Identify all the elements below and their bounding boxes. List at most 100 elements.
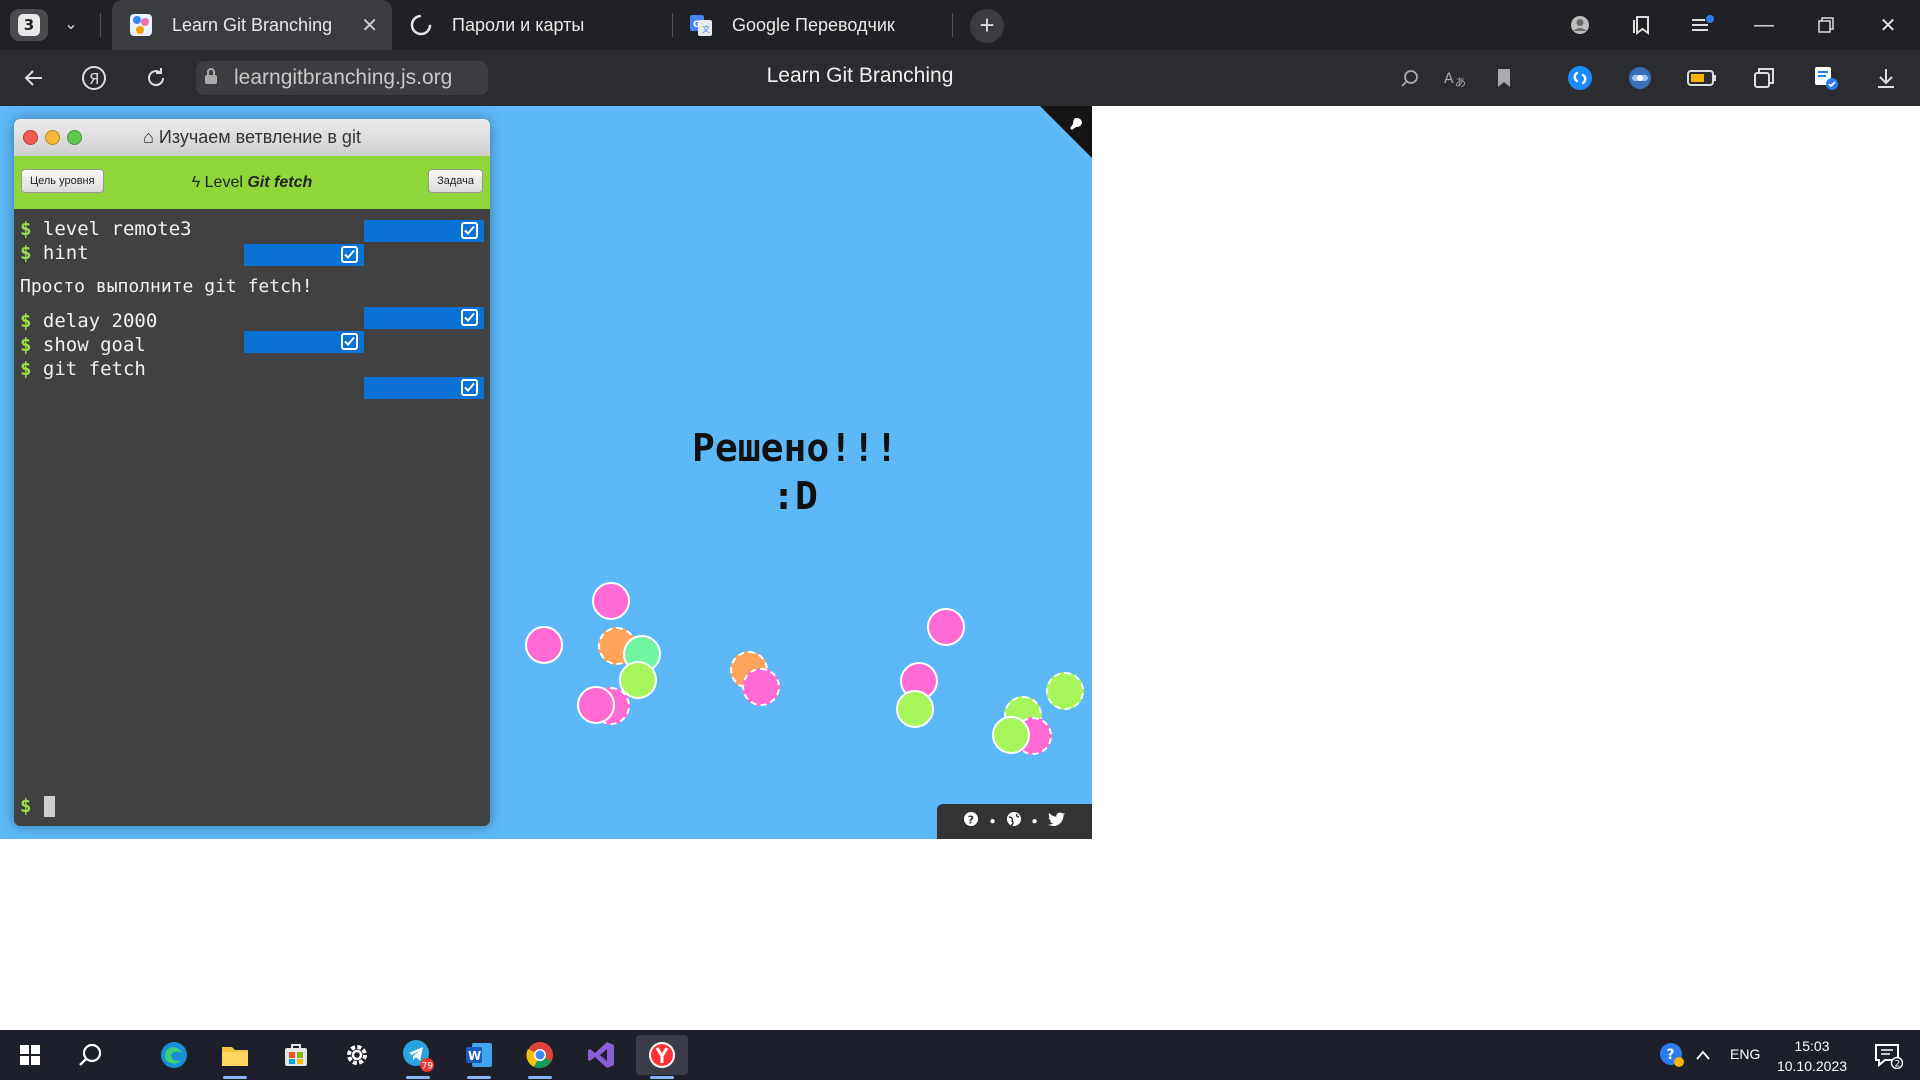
command-text: hint: [42, 242, 89, 264]
lightning-icon: ϟ: [191, 174, 201, 191]
checkmark-icon: [341, 333, 358, 350]
level-name: Git fetch: [247, 174, 313, 191]
command-status-bar: [244, 331, 364, 353]
git-visualization-canvas: ⌂ Изучаем ветвление в git Цель уровня ϟ …: [0, 106, 1092, 839]
telegram-icon[interactable]: 79: [392, 1035, 444, 1079]
command-status-bar: [244, 244, 364, 266]
tab-divider: [100, 13, 101, 37]
word-icon[interactable]: W: [453, 1035, 505, 1079]
svg-text:W: W: [468, 1049, 481, 1063]
tab-label: Google Переводчик: [732, 14, 895, 35]
prompt-symbol: $: [20, 358, 32, 380]
chevron-up-icon[interactable]: [1688, 1035, 1718, 1075]
tab-learn-git-branching[interactable]: Learn Git Branching ✕: [112, 0, 392, 50]
command-text: show goal: [42, 334, 146, 356]
separator-dot-icon: ●: [1031, 816, 1038, 827]
back-arrow-icon[interactable]: [14, 58, 54, 98]
close-window-icon[interactable]: ✕: [1858, 0, 1918, 50]
checkmark-icon: [341, 246, 358, 263]
command-input-cursor[interactable]: [44, 796, 55, 817]
prompt-symbol: $: [20, 310, 32, 332]
store-icon[interactable]: [270, 1035, 322, 1075]
tab-label: Пароли и карты: [452, 14, 585, 35]
profile-icon[interactable]: [1550, 0, 1610, 50]
separator-dot-icon: ●: [989, 816, 996, 827]
search-icon[interactable]: [64, 1035, 116, 1075]
close-icon[interactable]: ✕: [361, 13, 378, 38]
chrome-icon[interactable]: [514, 1035, 566, 1079]
terminal-title-text: Изучаем ветвление в git: [158, 127, 361, 147]
new-tab-button[interactable]: +: [970, 9, 1004, 43]
tab-passwords[interactable]: Пароли и карты: [392, 0, 672, 50]
notifications-icon[interactable]: 2: [1862, 1035, 1914, 1075]
minimize-icon[interactable]: —: [1734, 0, 1794, 50]
command-line: $ hint: [20, 242, 89, 264]
commit-dot: [896, 690, 934, 728]
tab-bar: 3 ⌄ Learn Git Branching ✕ Пароли и карты…: [0, 0, 1920, 50]
file-explorer-icon[interactable]: [209, 1035, 261, 1079]
page-title: Learn Git Branching: [766, 64, 954, 87]
svg-text:Я: Я: [89, 70, 99, 88]
settings-icon[interactable]: [331, 1035, 383, 1075]
yandex-logo-icon[interactable]: Я: [74, 58, 114, 98]
prompt-symbol: $: [20, 218, 32, 240]
command-status-bar: [364, 377, 484, 399]
address-bar[interactable]: learngitbranching.js.org: [196, 61, 488, 95]
command-line: $ show goal: [20, 334, 146, 356]
menu-icon[interactable]: [1672, 0, 1732, 50]
tab-count-button[interactable]: 3: [10, 9, 48, 41]
command-text: git fetch: [42, 358, 146, 380]
prompt-symbol: $: [20, 334, 32, 356]
start-icon[interactable]: [4, 1035, 56, 1075]
clock[interactable]: 15:03 10.10.2023: [1772, 1036, 1852, 1076]
restore-icon[interactable]: [1796, 0, 1856, 50]
edge-icon[interactable]: [148, 1035, 200, 1075]
visual-studio-icon[interactable]: [575, 1035, 627, 1075]
github-corner[interactable]: [1040, 106, 1092, 158]
solved-message: Решено!!! :D: [660, 424, 930, 520]
google-translate-icon: G文: [688, 12, 714, 38]
notifications-badge: 2: [1895, 1060, 1901, 1070]
learngitbranching-favicon-icon: [128, 12, 154, 38]
checkmark-icon: [461, 379, 478, 396]
chevron-down-icon[interactable]: ⌄: [58, 12, 84, 38]
url-text: learngitbranching.js.org: [234, 66, 453, 89]
commit-dot: [742, 668, 780, 706]
command-status-bar: [364, 220, 484, 242]
terminal-titlebar: ⌂ Изучаем ветвление в git: [14, 119, 490, 156]
search-on-page-icon[interactable]: [1390, 58, 1430, 98]
help-links-bar: ? ● ●: [937, 804, 1092, 839]
bookmark-icon[interactable]: [1484, 58, 1524, 98]
tab-divider: [952, 13, 953, 37]
reload-icon[interactable]: [136, 58, 176, 98]
commit-dot: [525, 626, 563, 664]
help-question-icon[interactable]: ?: [963, 811, 979, 832]
downloads-panel-icon[interactable]: [1806, 58, 1846, 98]
translate-icon[interactable]: Aあ: [1435, 58, 1475, 98]
shazam-extension-icon[interactable]: [1560, 58, 1600, 98]
terminal-title: ⌂ Изучаем ветвление в git: [14, 127, 490, 148]
globe-icon[interactable]: [1006, 811, 1022, 832]
battery-icon[interactable]: [1682, 58, 1722, 98]
clock-date: 10.10.2023: [1776, 1058, 1848, 1074]
command-text: delay 2000: [42, 310, 158, 332]
commit-dot: [577, 686, 615, 724]
tabs-collection-icon[interactable]: [1744, 58, 1784, 98]
input-language[interactable]: ENG: [1730, 1046, 1760, 1062]
checkmark-icon: [461, 222, 478, 239]
lock-icon[interactable]: [196, 67, 226, 90]
command-status-bar: [364, 307, 484, 329]
command-line: $ git fetch: [20, 358, 146, 380]
command-prompt: $: [20, 795, 32, 817]
twitter-icon[interactable]: [1047, 812, 1066, 832]
level-toolbar: Цель уровня ϟ Level Git fetch Задача: [14, 156, 490, 209]
download-icon[interactable]: [1866, 58, 1906, 98]
solved-title: Решено!!!: [692, 426, 898, 470]
tab-google-translate[interactable]: G文 Google Переводчик: [672, 0, 952, 50]
yandex-browser-icon[interactable]: [636, 1035, 688, 1079]
collections-icon[interactable]: [1612, 0, 1672, 50]
home-icon: ⌂: [143, 127, 154, 147]
task-button[interactable]: Задача: [428, 169, 483, 193]
extension-icon[interactable]: [1620, 58, 1660, 98]
svg-text:?: ?: [1667, 1047, 1675, 1063]
